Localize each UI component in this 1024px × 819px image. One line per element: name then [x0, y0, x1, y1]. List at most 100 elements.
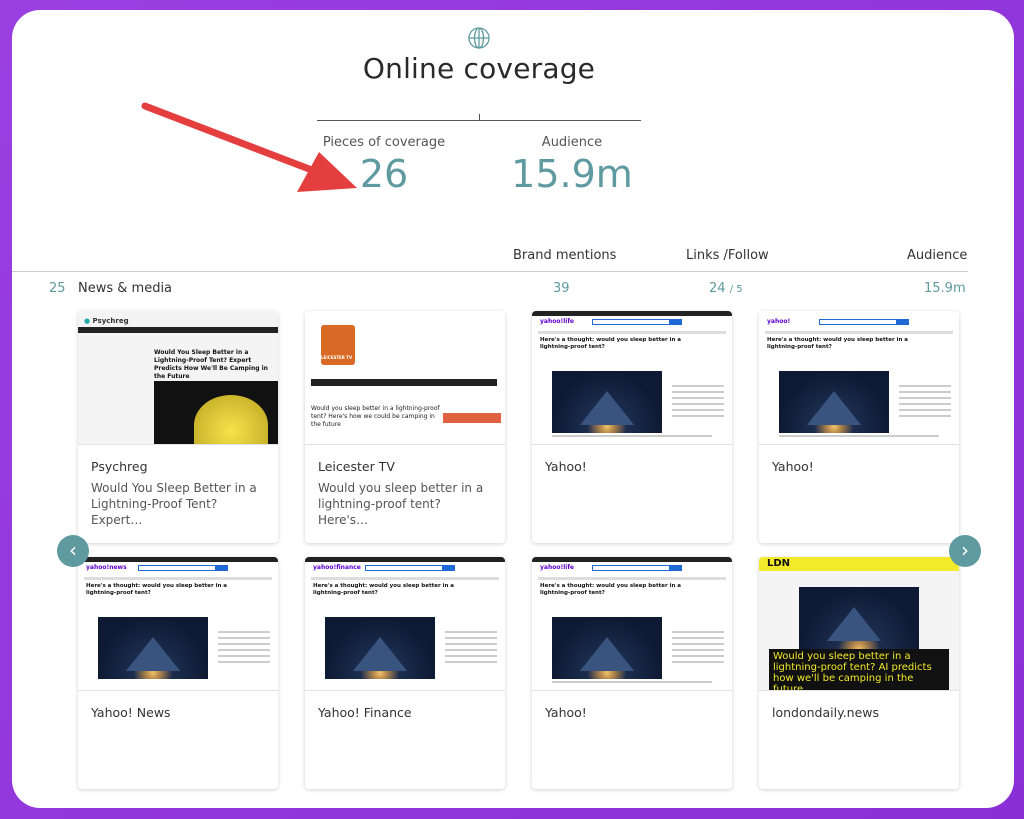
card-headline [759, 720, 959, 726]
thumb-text-line [552, 681, 712, 683]
card-outlet: Yahoo! Finance [318, 705, 412, 720]
thumb-search [819, 319, 909, 325]
tent-image [325, 617, 435, 679]
thumb-text-line [779, 435, 939, 437]
thumb-search [365, 565, 455, 571]
card-outlet: Yahoo! [545, 705, 587, 720]
leicester-tv-logo-icon [321, 325, 355, 365]
card-thumbnail: yahoo!news Here's a thought: would you s… [78, 557, 278, 691]
thumb-logo: yahoo!life [540, 564, 575, 571]
thumb-sidebar [443, 413, 501, 423]
thumb-nav [78, 327, 278, 333]
category-audience: 15.9m [924, 281, 966, 296]
thumb-image [154, 381, 278, 444]
category-name: News & media [78, 281, 173, 296]
audience-metric: Audience 15.9m [502, 135, 642, 196]
thumb-search [592, 565, 682, 571]
annotation-arrow-icon [141, 102, 357, 192]
coverage-card[interactable]: yahoo! Here's a thought: would you sleep… [759, 311, 959, 543]
metrics-divider-tick [479, 114, 480, 121]
card-outlet: Yahoo! [772, 459, 814, 474]
card-thumbnail: LDN Would you sleep better in a lightnin… [759, 557, 959, 691]
category-links: 24 / 5 [709, 281, 743, 296]
links-count: 24 [709, 281, 726, 296]
thumb-title: Here's a thought: would you sleep better… [540, 583, 681, 596]
coverage-card[interactable]: yahoo!life Here's a thought: would you s… [532, 311, 732, 543]
thumb-nav [311, 379, 497, 386]
globe-icon [468, 27, 490, 49]
page-title: Online coverage [362, 52, 596, 85]
thumb-logo: yahoo!finance [313, 564, 361, 571]
coverage-card[interactable]: yahoo!finance Here's a thought: would yo… [305, 557, 505, 789]
card-thumbnail: Would you sleep better in a lightning-pr… [305, 311, 505, 445]
tent-image [552, 617, 662, 679]
card-headline [759, 474, 959, 480]
thumb-title: Here's a thought: would you sleep better… [313, 583, 454, 596]
thumb-logo: yahoo! [767, 318, 791, 325]
thumb-topbar [78, 557, 278, 562]
thumb-topbar: LDN [759, 557, 959, 571]
audience-value: 15.9m [511, 152, 633, 196]
tent-image [779, 371, 889, 433]
thumb-title: Would you sleep better in a lightning-pr… [311, 405, 440, 428]
thumb-title: Here's a thought: would you sleep better… [767, 337, 908, 350]
card-outlet: Psychreg [91, 459, 148, 474]
thumb-nav [311, 577, 499, 580]
carousel-next-button[interactable]: › [949, 535, 981, 567]
thumb-sidebar [672, 381, 724, 421]
col-brand-mentions[interactable]: Brand mentions [513, 248, 616, 263]
tent-image [552, 371, 662, 433]
card-headline [532, 720, 732, 726]
card-headline [78, 720, 278, 726]
col-audience[interactable]: Audience [907, 248, 967, 263]
card-headline [532, 474, 732, 480]
card-thumbnail: yahoo!life Here's a thought: would you s… [532, 557, 732, 691]
coverage-card[interactable]: Would you sleep better in a lightning-pr… [305, 311, 505, 543]
thumb-sidebar [445, 627, 497, 667]
coverage-card[interactable]: yahoo!news Here's a thought: would you s… [78, 557, 278, 789]
header-divider [12, 271, 968, 272]
thumb-sidebar [218, 627, 270, 667]
col-links-follow[interactable]: Links /Follow [686, 248, 769, 263]
thumb-nav [538, 331, 726, 334]
thumb-logo: yahoo!life [540, 318, 575, 325]
thumb-sidebar [672, 627, 724, 667]
coverage-card[interactable]: ● Psychreg Would You Sleep Better in a L… [78, 311, 278, 543]
coverage-panel: Online coverage Pieces of coverage 26 Au… [12, 10, 1014, 808]
thumb-topbar [532, 311, 732, 316]
tent-image [98, 617, 208, 679]
card-outlet: Yahoo! [545, 459, 587, 474]
coverage-card[interactable]: yahoo!life Here's a thought: would you s… [532, 557, 732, 789]
card-outlet: Leicester TV [318, 459, 395, 474]
thumb-logo-text: Psychreg [92, 317, 129, 325]
thumb-search [592, 319, 682, 325]
audience-label: Audience [541, 135, 603, 150]
thumb-text-line [552, 435, 712, 437]
coverage-card[interactable]: LDN Would you sleep better in a lightnin… [759, 557, 959, 789]
follow-count: / 5 [729, 284, 743, 295]
thumb-title: Here's a thought: would you sleep better… [86, 583, 227, 596]
category-brand-mentions: 39 [553, 281, 570, 296]
card-thumbnail: ● Psychreg Would You Sleep Better in a L… [78, 311, 278, 445]
card-outlet: londondaily.news [772, 705, 880, 720]
card-outlet: Yahoo! News [91, 705, 171, 720]
thumb-topbar [532, 557, 732, 562]
card-thumbnail: yahoo! Here's a thought: would you sleep… [759, 311, 959, 445]
card-headline [305, 720, 505, 726]
thumb-title: Here's a thought: would you sleep better… [540, 337, 681, 350]
card-headline: Would You Sleep Better in a Lightning-Pr… [91, 481, 257, 527]
thumb-nav [84, 577, 272, 580]
card-headline: Would you sleep better in a lightning-pr… [318, 481, 484, 527]
thumb-title: Would You Sleep Better in a Lightning-Pr… [154, 349, 268, 380]
tent-image [799, 587, 919, 657]
category-row-news-media[interactable]: 25 News & media 39 24 / 5 15.9m [12, 281, 1002, 301]
thumb-logo: LDN [767, 558, 791, 569]
thumb-logo: yahoo!news [86, 564, 127, 571]
thumb-title: Would you sleep better in a lightning-pr… [769, 649, 949, 690]
carousel-prev-button[interactable]: ‹ [57, 535, 89, 567]
thumb-topbar [305, 557, 505, 562]
thumb-sidebar [899, 381, 951, 421]
card-thumbnail: yahoo!life Here's a thought: would you s… [532, 311, 732, 445]
card-thumbnail: yahoo!finance Here's a thought: would yo… [305, 557, 505, 691]
thumb-nav [538, 577, 726, 580]
